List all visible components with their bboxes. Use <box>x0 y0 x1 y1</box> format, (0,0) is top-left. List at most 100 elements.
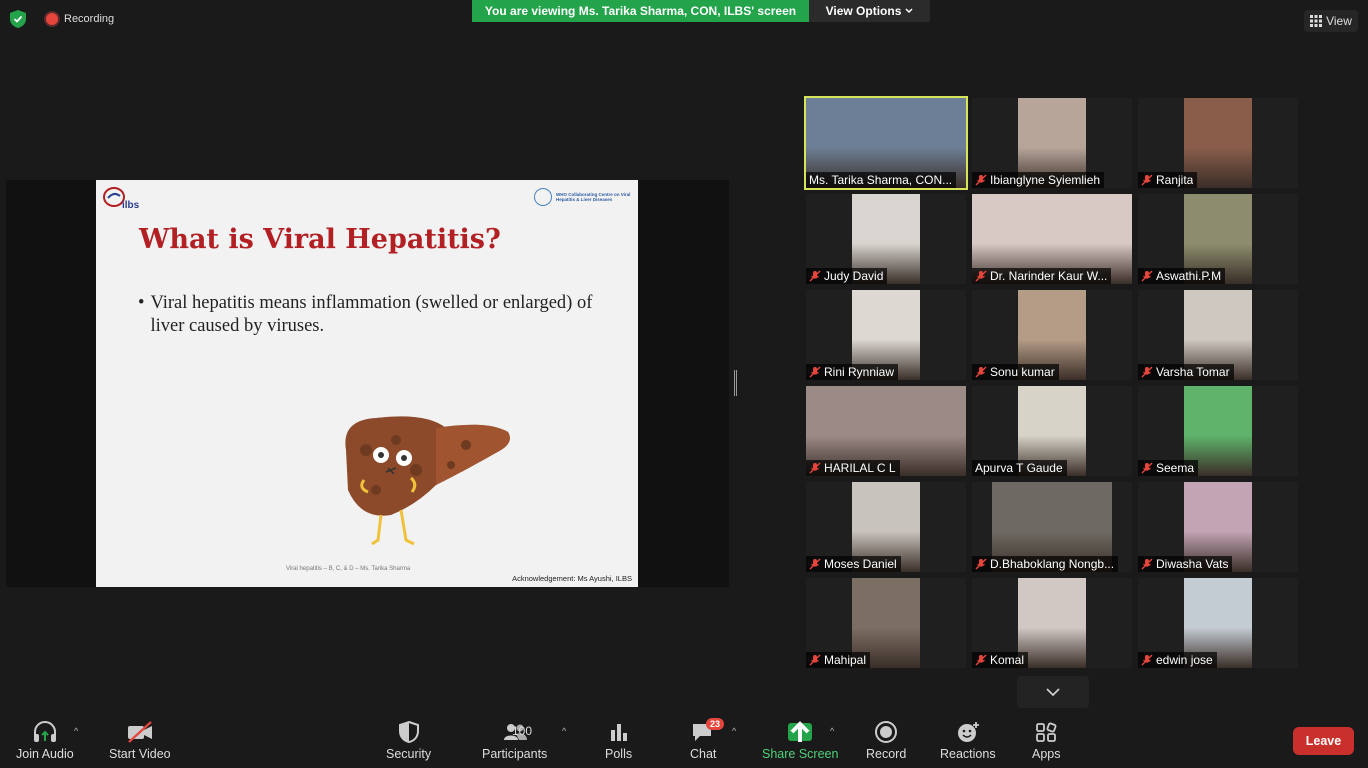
apps-button[interactable]: Apps <box>1032 720 1061 761</box>
participants-options-caret-icon[interactable]: ^ <box>562 726 566 736</box>
participant-name: Seema <box>1156 461 1195 475</box>
encryption-shield-icon[interactable] <box>10 10 26 28</box>
participant-name-bar: Varsha Tomar <box>1138 364 1234 380</box>
participant-tile[interactable]: Diwasha Vats <box>1138 482 1298 572</box>
share-options-caret-icon[interactable]: ^ <box>830 726 834 736</box>
participant-name: Komal <box>990 653 1025 667</box>
reactions-label: Reactions <box>940 747 996 761</box>
liver-cartoon-icon <box>345 416 510 546</box>
mic-muted-icon <box>975 174 987 186</box>
participants-count: 100 <box>512 724 533 738</box>
participant-name-bar: Rini Rynniaw <box>806 364 899 380</box>
participant-name: Rini Rynniaw <box>824 365 895 379</box>
participant-name: Diwasha Vats <box>1156 557 1229 571</box>
participant-name-bar: edwin jose <box>1138 652 1217 668</box>
participant-name: HARILAL C L <box>824 461 896 475</box>
ilbs-logo-text: ilbs <box>122 200 140 211</box>
chevron-down-icon <box>905 8 913 14</box>
participant-name: edwin jose <box>1156 653 1213 667</box>
slide-bullet-text: Viral hepatitis means inflammation (swel… <box>150 293 593 337</box>
mic-muted-icon <box>809 366 821 378</box>
apps-icon <box>1036 722 1057 742</box>
ilbs-logo: ilbs <box>102 186 146 212</box>
participant-tile[interactable]: Ms. Tarika Sharma, CON... <box>804 96 968 190</box>
share-screen-label: Share Screen <box>762 747 839 761</box>
mic-muted-icon <box>1141 366 1153 378</box>
participant-tile[interactable]: Komal <box>972 578 1132 668</box>
leave-button[interactable]: Leave <box>1293 727 1354 755</box>
participant-name-bar: Seema <box>1138 460 1199 476</box>
splitter-handle[interactable] <box>734 370 737 396</box>
security-button[interactable]: Security <box>386 720 431 761</box>
participant-tile[interactable]: HARILAL C L <box>806 386 966 476</box>
participant-name-bar: Aswathi.P.M <box>1138 268 1226 284</box>
slide-footer: Viral hepatitis – B, C, & D – Ms. Tarika… <box>286 566 411 572</box>
participant-name: Judy David <box>824 269 884 283</box>
participant-tile[interactable]: Rini Rynniaw <box>806 290 966 380</box>
participant-tile[interactable]: Ibianglyne Syiemlieh <box>972 98 1132 188</box>
start-video-label: Start Video <box>109 747 171 761</box>
collapse-gallery-button[interactable] <box>1017 676 1089 708</box>
participant-name: Apurva T Gaude <box>975 461 1063 475</box>
participant-name: Dr. Narinder Kaur W... <box>990 269 1108 283</box>
chat-label: Chat <box>690 747 717 761</box>
headphones-icon <box>33 721 56 742</box>
participant-tile[interactable]: Seema <box>1138 386 1298 476</box>
reactions-icon <box>957 722 979 742</box>
recording-indicator[interactable]: Recording <box>46 13 114 25</box>
chat-button[interactable]: 23 Chat <box>690 718 725 761</box>
participant-name-bar: Diwasha Vats <box>1138 556 1233 572</box>
mic-muted-icon <box>975 366 987 378</box>
chat-options-caret-icon[interactable]: ^ <box>732 726 736 736</box>
participant-name-bar: Dr. Narinder Kaur W... <box>972 268 1112 284</box>
share-screen-icon <box>788 721 813 742</box>
join-audio-button[interactable]: Join Audio <box>16 720 74 761</box>
record-label: Record <box>866 747 907 761</box>
mic-muted-icon <box>1141 462 1153 474</box>
participant-tile[interactable]: Varsha Tomar <box>1138 290 1298 380</box>
polls-label: Polls <box>605 747 633 761</box>
participant-tile[interactable]: D.Bhaboklang Nongb... <box>972 482 1132 572</box>
apps-label: Apps <box>1032 747 1061 761</box>
recording-dot-icon <box>46 13 58 25</box>
participant-name-bar: Sonu kumar <box>972 364 1059 380</box>
share-screen-button[interactable]: Share Screen <box>762 720 838 761</box>
view-options-button[interactable]: View Options <box>809 0 930 22</box>
security-label: Security <box>386 747 432 761</box>
record-button[interactable]: Record <box>866 720 906 761</box>
view-label: View <box>1326 14 1352 28</box>
participant-tile[interactable]: Ranjita <box>1138 98 1298 188</box>
chevron-down-icon <box>1046 687 1060 696</box>
participant-tile[interactable]: Dr. Narinder Kaur W... <box>972 194 1132 284</box>
participant-tile[interactable]: Aswathi.P.M <box>1138 194 1298 284</box>
participant-name: Varsha Tomar <box>1156 365 1230 379</box>
participants-button[interactable]: 100 Participants <box>482 720 547 761</box>
mic-muted-icon <box>1141 174 1153 186</box>
who-globe-icon <box>534 188 552 206</box>
participant-tile[interactable]: Apurva T Gaude <box>972 386 1132 476</box>
participant-tile[interactable]: edwin jose <box>1138 578 1298 668</box>
mic-muted-icon <box>1141 558 1153 570</box>
meeting-toolbar: Join Audio ^ Start Video Security 100 Pa… <box>0 712 1368 768</box>
participant-name-bar: Ranjita <box>1138 172 1198 188</box>
participant-tile[interactable]: Judy David <box>806 194 966 284</box>
participant-tile[interactable]: Moses Daniel <box>806 482 966 572</box>
view-layout-button[interactable]: View <box>1304 10 1358 32</box>
reactions-button[interactable]: Reactions <box>940 720 996 761</box>
participant-name: Aswathi.P.M <box>1156 269 1222 283</box>
shared-screen-area[interactable]: ilbs WHO Collaborating Centre on Viral H… <box>6 180 729 587</box>
participant-name: Ibianglyne Syiemlieh <box>990 173 1101 187</box>
record-icon <box>875 721 898 743</box>
participant-name-bar: Apurva T Gaude <box>972 460 1067 476</box>
participant-name: Sonu kumar <box>990 365 1055 379</box>
participant-tile[interactable]: Sonu kumar <box>972 290 1132 380</box>
participant-name: Ranjita <box>1156 173 1194 187</box>
audio-options-caret-icon[interactable]: ^ <box>74 726 78 736</box>
start-video-button[interactable]: Start Video <box>109 720 171 761</box>
top-status-area: Recording <box>10 10 114 28</box>
slide-title: What is Viral Hepatitis? <box>139 224 501 255</box>
polls-button[interactable]: Polls <box>605 720 632 761</box>
mic-muted-icon <box>809 558 821 570</box>
security-shield-icon <box>398 720 419 744</box>
participant-tile[interactable]: Mahipal <box>806 578 966 668</box>
